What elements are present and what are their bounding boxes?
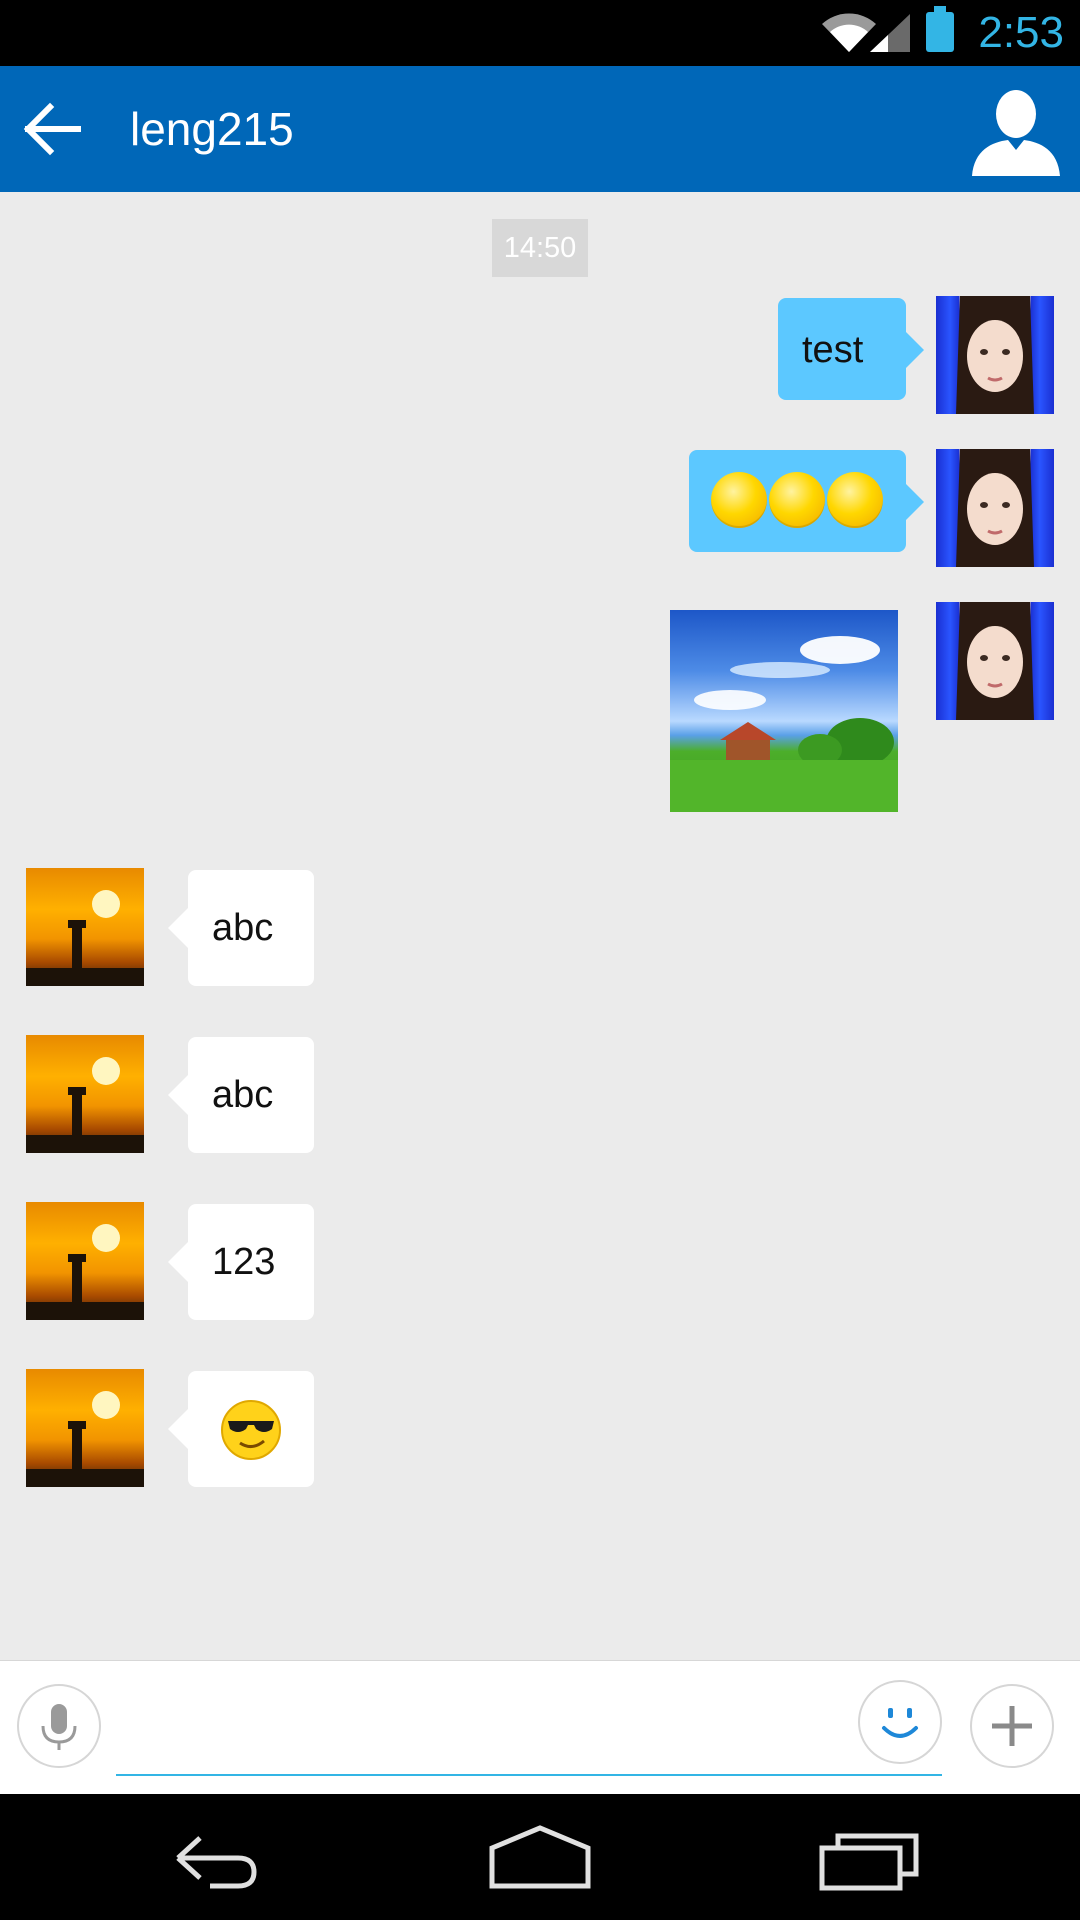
avatar-lighthouse [26,890,144,986]
smiley-icon [882,1708,918,1738]
status-bar: 2:53 [0,0,1080,66]
contact-avatar[interactable] [26,1369,144,1487]
landscape-photo [670,636,898,812]
navigation-bar [0,1794,1080,1920]
add-button[interactable] [970,1684,1054,1768]
message-text: abc [212,1074,274,1116]
avatar-lighthouse [26,1057,144,1153]
my-avatar[interactable] [936,296,1054,414]
message-text: test [802,329,864,371]
sent-message-bubble[interactable]: test [778,298,924,400]
arrow-left-icon [23,102,81,156]
grin-emoji [769,472,825,528]
avatar-portrait [956,296,1034,414]
smile-emoji [711,472,767,528]
sunglasses-emoji [221,1400,281,1460]
back-nav-icon[interactable] [150,1818,270,1898]
chat-title: leng215 [130,103,294,155]
sent-image[interactable] [670,610,898,812]
message-text: abc [212,907,274,949]
emoji-button[interactable] [858,1680,942,1764]
avatar-portrait [956,449,1034,567]
avatar-lighthouse [26,1224,144,1320]
message-timestamp: 14:50 [492,219,588,277]
received-message-bubble[interactable]: abc [168,1037,314,1153]
plus-icon [992,1706,1032,1746]
avatar-lighthouse [26,1391,144,1487]
contact-avatar[interactable] [26,1035,144,1153]
home-nav-icon[interactable] [480,1818,600,1898]
action-bar: leng215 [0,66,1080,192]
microphone-icon [41,1704,77,1750]
status-time: 2:53 [978,8,1064,57]
recents-nav-icon[interactable] [810,1818,930,1898]
contact-avatar[interactable] [26,868,144,986]
wink-tongue-emoji [827,472,883,528]
received-message-bubble[interactable]: abc [168,870,314,986]
my-avatar[interactable] [936,602,1054,720]
my-avatar[interactable] [936,449,1054,567]
signal-icon [870,14,910,52]
person-icon [972,90,1060,176]
avatar-portrait [956,602,1034,720]
message-text: 123 [212,1241,276,1283]
received-emoji-bubble[interactable] [168,1371,314,1487]
battery-icon [926,6,954,52]
back-button[interactable] [20,96,86,162]
message-input[interactable] [116,1712,942,1776]
received-message-bubble[interactable]: 123 [168,1204,314,1320]
profile-button[interactable] [968,84,1064,180]
sent-emoji-bubble[interactable] [689,450,924,552]
voice-button[interactable] [17,1684,101,1768]
contact-avatar[interactable] [26,1202,144,1320]
